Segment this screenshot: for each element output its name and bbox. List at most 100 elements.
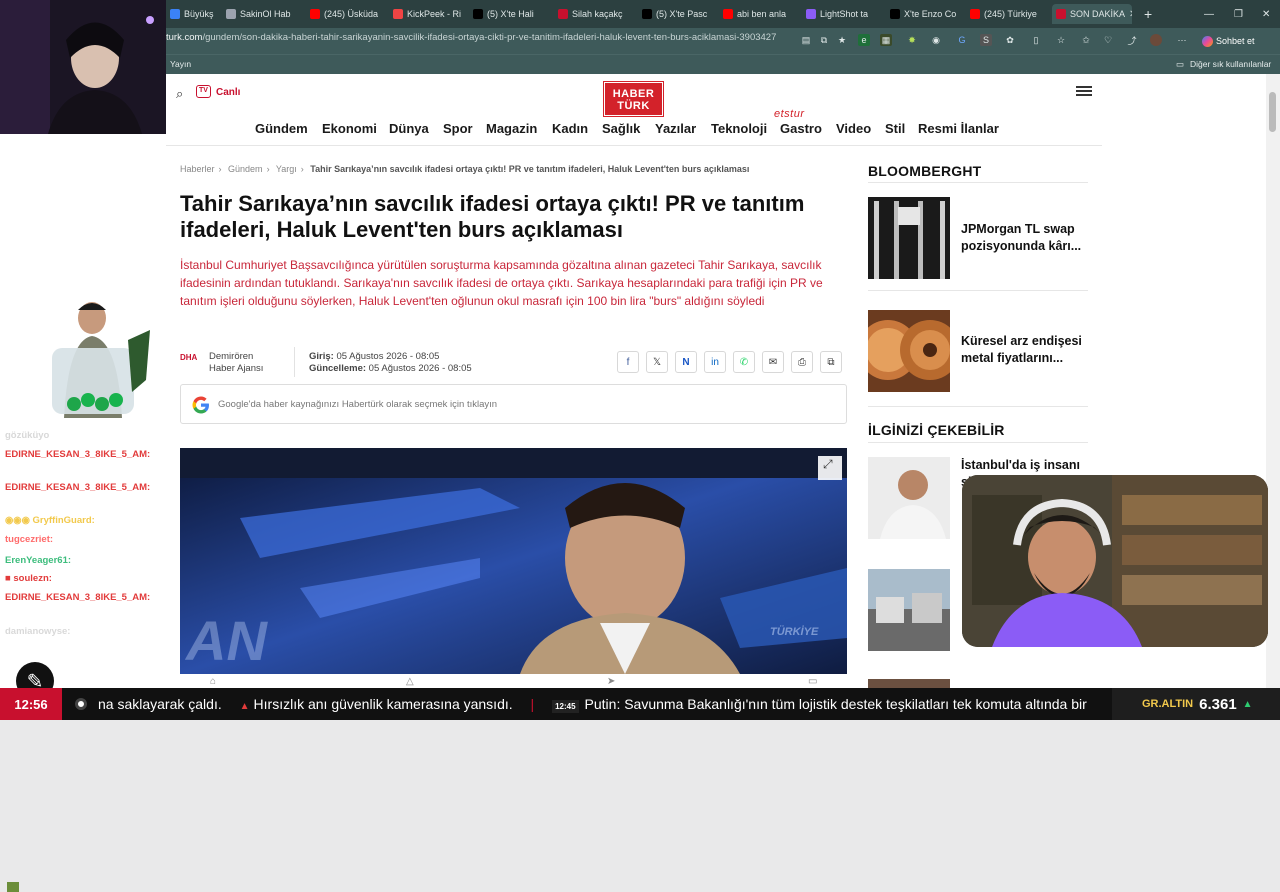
google-source-banner[interactable]: Google'da haber kaynağınızı Habertürk ol… (180, 384, 847, 424)
browser-tab[interactable]: (5) X'te Pasc (638, 4, 714, 24)
share-icon[interactable]: ⤴ (1126, 34, 1138, 46)
news-thumbnail[interactable] (868, 679, 950, 688)
browser-tab[interactable]: (245) Türkiye (966, 4, 1046, 24)
copilot-chat-button[interactable]: Sohbet et (1196, 33, 1261, 49)
search-icon[interactable]: ⌕ (176, 86, 183, 102)
chat-message: ◉◉◉ GryffinGuard: (5, 515, 95, 526)
etstur-logo[interactable]: etstur (774, 108, 805, 120)
translate-icon[interactable]: G (956, 34, 968, 46)
browser-tab[interactable]: SakinOl Hab (222, 4, 300, 24)
maximize-icon[interactable]: ❐ (1230, 4, 1247, 24)
browser-tab[interactable]: X'te Enzo Co (886, 4, 962, 24)
browser-tab[interactable]: (245) Üsküda (306, 4, 384, 24)
heart-icon[interactable]: ♡ (1102, 34, 1114, 46)
nav-magazin[interactable]: Magazin (486, 121, 537, 136)
url-field[interactable]: turk.com/gundem/son-dakika-haberi-tahir-… (166, 32, 786, 43)
news-thumbnail[interactable] (868, 310, 950, 392)
nav-dunya[interactable]: Dünya (389, 121, 429, 136)
split-screen-icon[interactable]: ▯ (1030, 34, 1042, 46)
browser-tab[interactable]: abi ben anla (719, 4, 797, 24)
nav-resmi-ilanlar[interactable]: Resmi İlanlar (918, 121, 999, 136)
x-share-button[interactable]: 𝕏 (646, 351, 668, 373)
news-thumbnail[interactable] (868, 457, 950, 539)
collections-icon[interactable]: ☆ (1055, 34, 1067, 46)
other-bookmarks[interactable]: Diğer sık kullanılanlar (1190, 59, 1271, 69)
article-meta: DHA Demirören Haber Ajansı Giriş: 05 Ağu… (180, 339, 847, 384)
nav-teknoloji[interactable]: Teknoloji (711, 121, 767, 136)
tab-label: SakinOl Hab (240, 9, 291, 19)
nav-saglik[interactable]: Sağlık (602, 121, 640, 136)
nsosyal-share-button[interactable]: N (675, 351, 697, 373)
news-title[interactable]: Küresel arz endişesi metal fiyatlarını..… (961, 333, 1091, 367)
minimize-icon[interactable]: — (1200, 4, 1218, 24)
chevron-right-icon: › (266, 164, 270, 174)
section-bloomberght[interactable]: BLOOMBERGHT (868, 163, 981, 179)
chat-message: EDIRNE_KESAN_3_8IKE_5_AM: (5, 482, 151, 493)
breadcrumb: Haberler › Gündem › Yargı › Tahir Sarıkaya’… (180, 164, 753, 174)
home-icon[interactable]: ⌂ (210, 676, 216, 687)
print-button[interactable]: ⎙ (791, 351, 813, 373)
close-tab-icon[interactable]: ✕ (1129, 9, 1132, 20)
nav-video[interactable]: Video (836, 121, 871, 136)
nav-gastro[interactable]: Gastro (780, 121, 822, 136)
ticker-text[interactable]: na saklayarak çaldı. ▲ Hırsızlık anı güve… (98, 688, 1112, 720)
meta-divider (294, 347, 295, 377)
article-action-bar: ⌂ △ ➤ ▭ (180, 674, 847, 688)
nav-gundem[interactable]: Gündem (255, 121, 308, 136)
nav-ekonomi[interactable]: Ekonomi (322, 121, 377, 136)
favorites-bar-icon[interactable]: ✩ (1080, 34, 1092, 46)
article-hero-image[interactable]: ⤢ AN TÜRKİYE (180, 448, 847, 674)
tv-icon[interactable]: TV (196, 85, 211, 98)
favorites-icon[interactable]: ⧉ (818, 34, 830, 46)
news-thumbnail[interactable] (868, 569, 950, 651)
scrollbar-thumb[interactable] (1269, 92, 1276, 132)
bookmark-icon[interactable]: ▭ (808, 676, 817, 687)
browser-tab[interactable]: KickPeek - Ri (389, 4, 465, 24)
gold-price[interactable]: GR.ALTIN 6.361 ▲ (1112, 688, 1280, 720)
browser-tab[interactable]: LightShot ta (802, 4, 882, 24)
copy-button[interactable]: ⧉ (820, 351, 842, 373)
nav-stil[interactable]: Stil (885, 121, 905, 136)
facebook-share-button[interactable]: f (617, 351, 639, 373)
extension-icon[interactable]: ◉ (930, 34, 942, 46)
star-icon[interactable]: ★ (836, 34, 848, 46)
profile-avatar-icon[interactable] (1150, 34, 1162, 46)
extension-icon[interactable]: ✸ (906, 34, 918, 46)
read-mode-icon[interactable]: ▤ (800, 34, 812, 46)
send-icon[interactable]: ➤ (607, 676, 615, 687)
browser-address-bar: turk.com/gundem/son-dakika-haberi-tahir-… (0, 28, 1280, 54)
hamburger-menu-icon[interactable] (1076, 84, 1092, 98)
triangle-icon[interactable]: △ (406, 676, 414, 687)
extensions-icon[interactable]: ✿ (1004, 34, 1016, 46)
nav-kadin[interactable]: Kadın (552, 121, 588, 136)
page-scrollbar[interactable] (1266, 74, 1280, 688)
browser-tab[interactable]: Silah kaçakç (554, 4, 632, 24)
chevron-right-icon: › (300, 164, 304, 174)
browser-tab[interactable]: (5) X'te Hali (469, 4, 549, 24)
tab-favicon-icon (642, 9, 652, 19)
whatsapp-share-button[interactable]: ✆ (733, 351, 755, 373)
chat-message: EDIRNE_KESAN_3_8IKE_5_AM: (5, 449, 151, 460)
extension-icon[interactable]: e (858, 34, 870, 46)
browser-tab[interactable]: Büyükş (166, 4, 216, 24)
more-icon[interactable]: ⋯ (1176, 34, 1188, 46)
expand-icon[interactable]: ⤢ (823, 457, 833, 472)
ticker-clock: 12:56 (0, 688, 62, 720)
close-window-icon[interactable]: ✕ (1258, 4, 1274, 24)
browser-tab[interactable]: SON DAKİKA✕ (1052, 4, 1132, 24)
live-link[interactable]: Canlı (216, 87, 240, 98)
nav-spor[interactable]: Spor (443, 121, 473, 136)
breadcrumb-gundem[interactable]: Gündem (228, 164, 263, 174)
nav-yazilar[interactable]: Yazılar (655, 121, 696, 136)
breadcrumb-haberler[interactable]: Haberler (180, 164, 215, 174)
extension-icon[interactable]: S (980, 34, 992, 46)
haberturk-logo[interactable]: HABER TÜRK (603, 81, 664, 117)
new-tab-icon[interactable]: + (1140, 4, 1156, 24)
news-thumbnail[interactable] (868, 197, 950, 279)
news-title[interactable]: JPMorgan TL swap pozisyonunda kârı... (961, 221, 1091, 255)
bookmark-item[interactable]: Yayın (170, 59, 191, 69)
extension-icon[interactable]: ▦ (880, 34, 892, 46)
breadcrumb-yargi[interactable]: Yargı (276, 164, 297, 174)
linkedin-share-button[interactable]: in (704, 351, 726, 373)
comment-button[interactable]: ✉ (762, 351, 784, 373)
